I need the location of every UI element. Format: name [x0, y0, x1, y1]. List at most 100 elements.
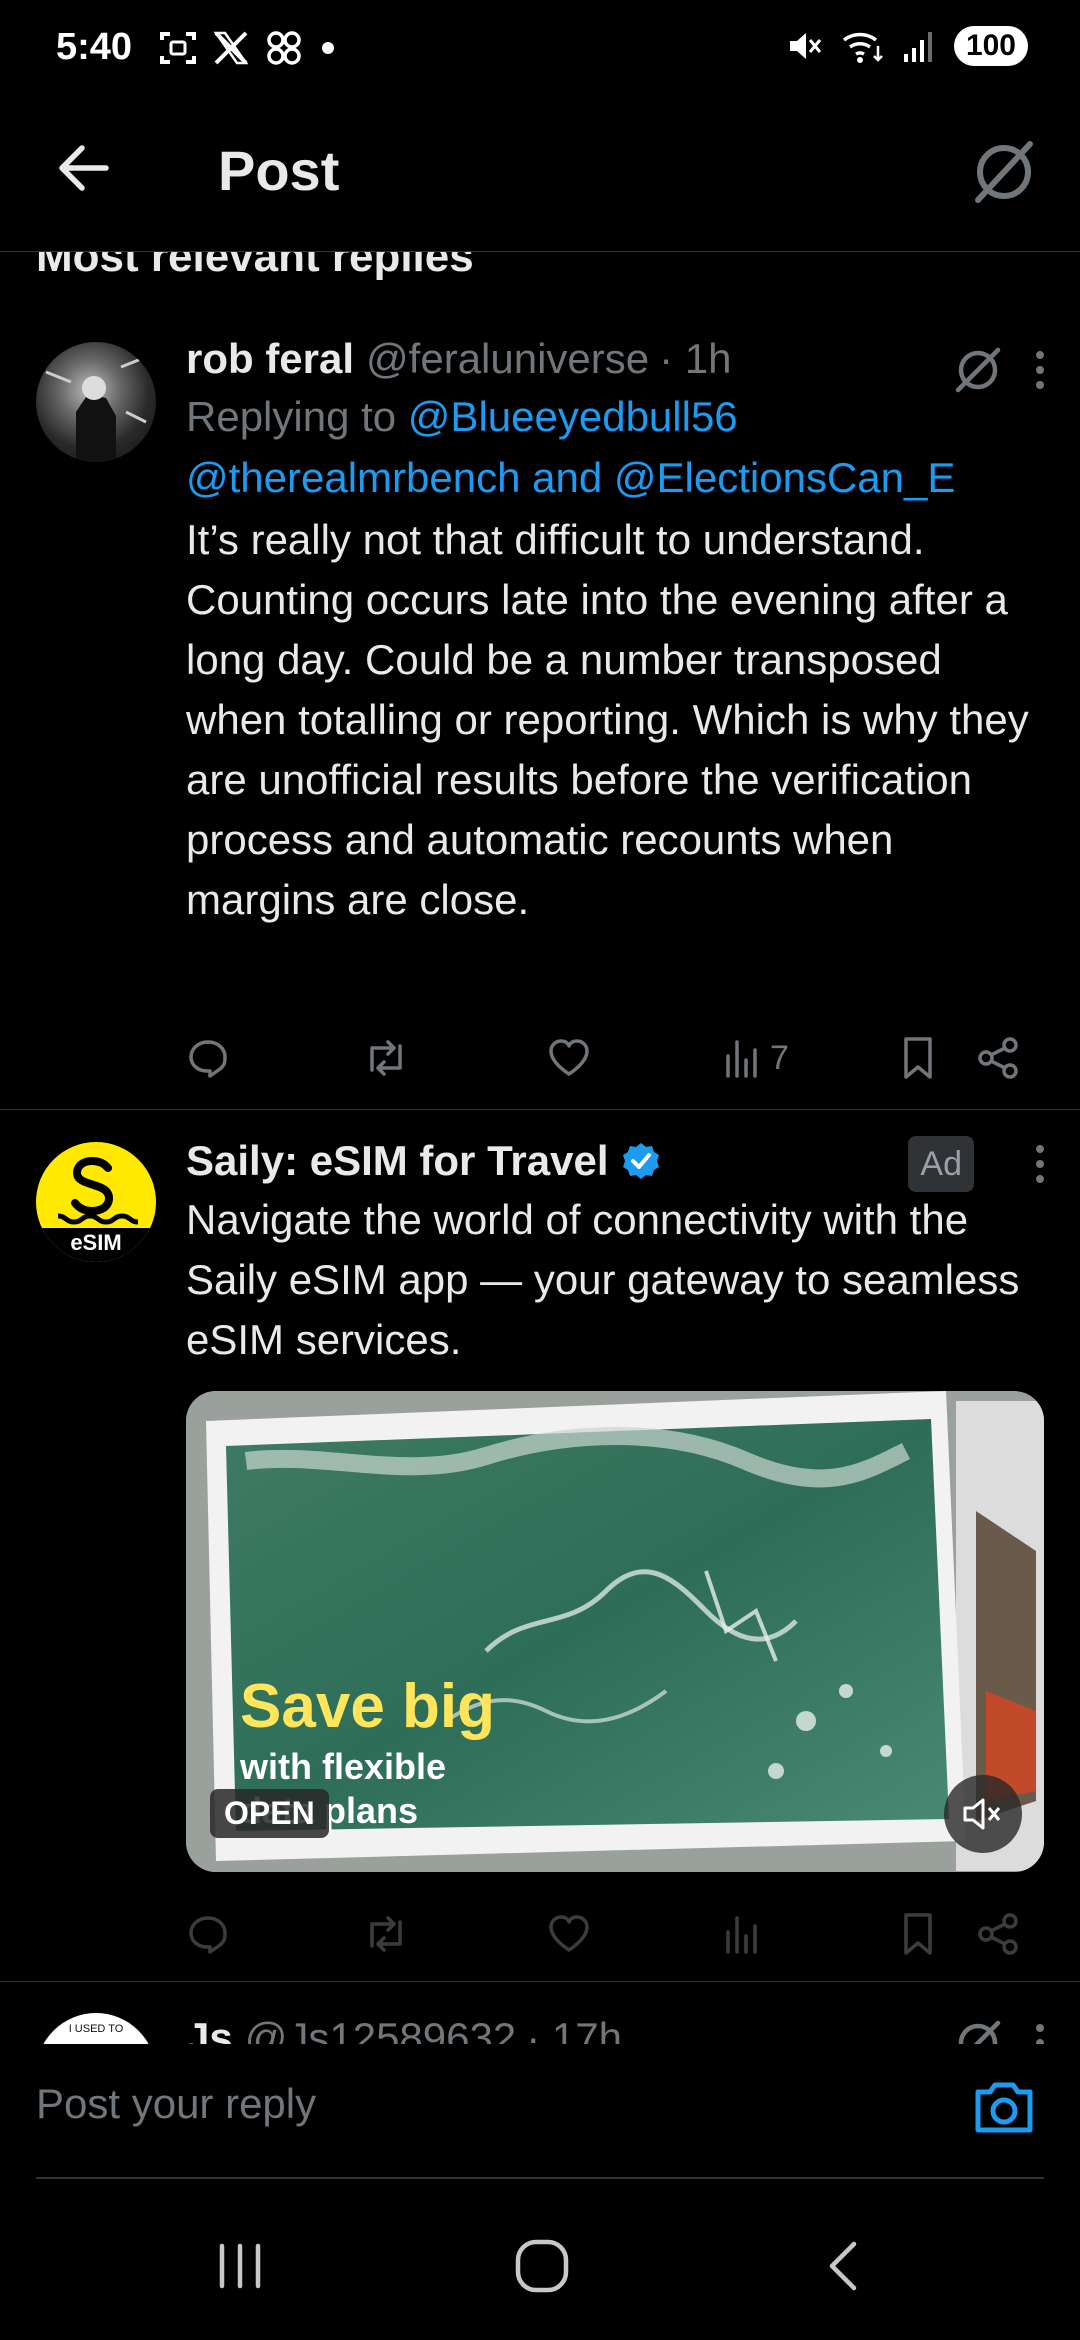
reply-composer	[0, 2044, 1080, 2180]
mention-link[interactable]: @therealmrbench	[186, 454, 520, 501]
status-bar: 5:40 100	[0, 0, 1080, 100]
home-button[interactable]	[502, 2226, 582, 2306]
back-button[interactable]	[52, 136, 116, 200]
display-name[interactable]: Saily: eSIM for Travel	[186, 1134, 609, 1188]
more-options-button[interactable]	[1012, 1136, 1068, 1192]
display-name[interactable]: rob feral	[186, 332, 354, 386]
repost-button[interactable]	[362, 1906, 410, 1962]
like-button[interactable]	[546, 1906, 592, 1962]
arrow-left-icon	[59, 145, 109, 191]
volume-mute-icon	[963, 1798, 1001, 1830]
signal-icon	[903, 32, 932, 62]
repost-button[interactable]	[362, 1030, 410, 1086]
bookmark-icon	[904, 1913, 932, 1955]
reply-input-underline	[36, 2177, 1044, 2179]
reply-input[interactable]	[36, 2080, 936, 2128]
reply-post[interactable]: rob feral @feraluniverse · 1h Replying t…	[0, 252, 1080, 1110]
reply-button[interactable]	[186, 1030, 230, 1086]
grok-button[interactable]	[950, 2015, 1006, 2044]
timestamp: · 1h	[659, 335, 732, 382]
post-text: Navigate the world of connectivity with …	[186, 1196, 1020, 1363]
notification-dot-icon	[322, 42, 334, 54]
more-vertical-icon	[1036, 1145, 1044, 1183]
recent-apps-button[interactable]	[200, 2226, 280, 2306]
action-bar	[186, 1906, 1058, 1962]
avatar-image	[45, 357, 147, 462]
repost-icon	[370, 1916, 402, 1952]
replying-to: Replying to @Blueeyedbull56 @therealmrbe…	[186, 386, 1044, 508]
handle[interactable]: @Js12589632	[245, 2011, 517, 2044]
grok-icon	[975, 141, 1033, 203]
bookmark-button[interactable]	[898, 1030, 938, 1086]
views-button[interactable]: 7	[722, 1030, 789, 1086]
reply-icon	[189, 1040, 227, 1078]
share-button[interactable]	[976, 1906, 1020, 1962]
replying-to-label: Replying to	[186, 393, 397, 440]
views-icon	[726, 1040, 757, 1078]
bookmark-button[interactable]	[898, 1906, 938, 1962]
handle[interactable]: @feraluniverse	[366, 332, 649, 386]
grok-button[interactable]	[950, 342, 1006, 398]
avatar[interactable]: I USED TO	[36, 2013, 156, 2044]
status-system-icons: 100	[784, 26, 1028, 66]
ad-media-subline-1: with flexible	[240, 1746, 447, 1787]
action-bar: 7	[186, 1030, 1058, 1086]
reply-icon	[189, 1916, 227, 1954]
status-time: 5:40	[56, 26, 133, 68]
grok-icon	[955, 347, 1001, 393]
views-icon	[726, 1916, 757, 1954]
reply-post[interactable]: I USED TO Js @Js12589632 · 17h	[0, 1985, 1080, 2044]
x-logo-icon	[213, 31, 249, 65]
heart-icon	[549, 1915, 589, 1952]
views-button[interactable]	[722, 1906, 762, 1962]
wifi-icon	[842, 32, 883, 63]
mention-link[interactable]: @ElectionsCan_E	[614, 454, 955, 501]
share-icon	[978, 1037, 1018, 1079]
repost-icon	[370, 1040, 402, 1076]
avatar[interactable]: eSIM	[36, 1142, 156, 1262]
post-content: rob feral @feraluniverse · 1h Replying t…	[186, 332, 1044, 930]
open-button[interactable]: OPEN	[210, 1789, 329, 1838]
grok-icon	[958, 2020, 1001, 2044]
status-notification-icons	[158, 28, 338, 68]
avatar[interactable]	[36, 342, 156, 462]
avatar-label: eSIM	[70, 1230, 122, 1255]
post-text: It’s really not that difficult to unders…	[186, 516, 1029, 923]
ad-media-headline: Save big	[240, 1672, 495, 1741]
timestamp: · 17h	[526, 2014, 622, 2044]
more-options-button[interactable]	[1012, 342, 1068, 398]
mute-button[interactable]	[944, 1775, 1022, 1853]
verified-badge-icon	[622, 1143, 659, 1179]
page-title: Post	[218, 139, 340, 202]
and-label: and	[532, 454, 603, 501]
ad-badge: Ad	[908, 1136, 974, 1192]
avatar-text: I USED TO	[68, 2023, 124, 2035]
more-vertical-icon	[1036, 351, 1044, 389]
battery-indicator: 100	[953, 26, 1028, 66]
home-icon	[515, 2239, 569, 2293]
more-vertical-icon	[1036, 2024, 1044, 2044]
back-nav-button[interactable]	[806, 2226, 886, 2306]
mention-link[interactable]: @Blueeyedbull56	[408, 393, 738, 440]
post-header: Js @Js12589632 · 17h	[186, 2011, 622, 2044]
heart-icon	[549, 1039, 589, 1076]
screenshot-icon	[160, 32, 196, 64]
more-options-button[interactable]	[1012, 2015, 1068, 2044]
camera-button[interactable]	[964, 2068, 1044, 2148]
like-button[interactable]	[546, 1030, 592, 1086]
bookmark-icon	[904, 1037, 932, 1079]
pinwheel-icon	[267, 31, 301, 65]
share-button[interactable]	[976, 1030, 1020, 1086]
recent-apps-icon	[219, 2243, 261, 2289]
ad-video[interactable]: Save big with flexible data plans OPEN	[186, 1391, 1044, 1872]
display-name[interactable]: Js	[186, 2011, 233, 2044]
share-icon	[978, 1913, 1018, 1955]
top-app-bar: Post	[0, 100, 1080, 252]
reply-button[interactable]	[186, 1906, 230, 1962]
divider	[0, 1981, 1080, 1982]
mute-icon	[789, 33, 822, 59]
views-count: 7	[770, 1038, 789, 1077]
camera-icon	[975, 2082, 1033, 2133]
grok-button[interactable]	[968, 136, 1040, 208]
system-navigation-bar	[0, 2190, 1080, 2340]
